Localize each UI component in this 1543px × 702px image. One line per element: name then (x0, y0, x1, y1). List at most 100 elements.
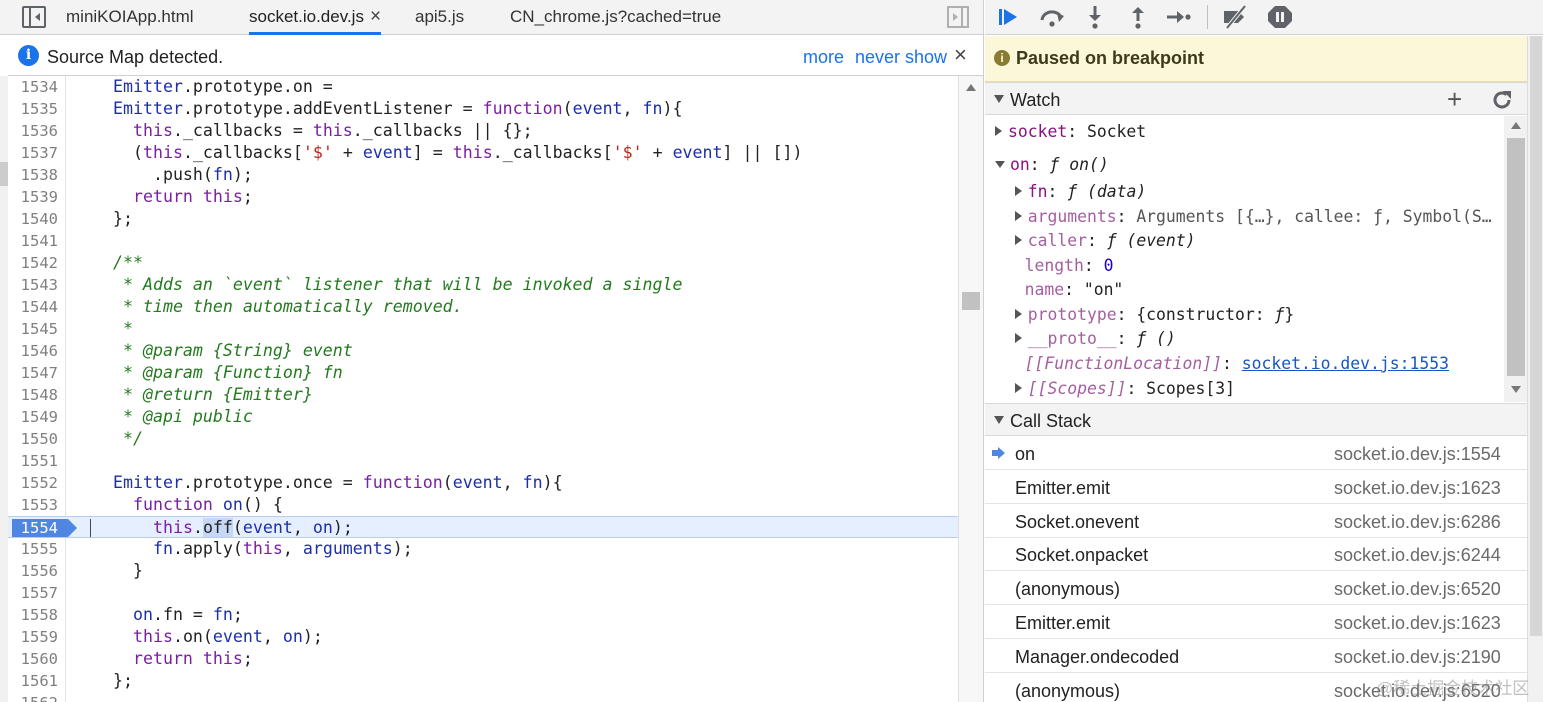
scroll-down-icon[interactable] (1511, 386, 1521, 393)
line-number[interactable]: 1547 (8, 362, 58, 384)
watch-row[interactable]: [[FunctionLocation]]: socket.io.dev.js:1… (995, 352, 1449, 376)
watch-row[interactable]: arguments: Arguments [{…}, callee: ƒ, Sy… (995, 205, 1492, 229)
deactivate-breakpoints-button[interactable] (1221, 4, 1249, 30)
line-number[interactable]: 1534 (8, 76, 58, 98)
code-line[interactable]: 1549 * @api public (8, 406, 958, 428)
add-watch-icon[interactable]: + (1447, 86, 1462, 112)
line-number[interactable]: 1546 (8, 340, 58, 362)
line-number[interactable]: 1536 (8, 120, 58, 142)
line-number[interactable]: 1557 (8, 582, 58, 604)
code-line[interactable]: 1555 fn.apply(this, arguments); (8, 538, 958, 560)
code-line[interactable]: 1543 * Adds an `event` listener that wil… (8, 274, 958, 296)
code-line[interactable]: 1534 Emitter.prototype.on = (8, 76, 958, 98)
tab-api5[interactable]: api5.js (415, 0, 464, 35)
call-frame[interactable]: Manager.ondecoded socket.io.dev.js:2190 (985, 639, 1528, 673)
watch-row[interactable]: [[Scopes]]: Scopes[3] (995, 377, 1235, 401)
code-line[interactable]: 1548 * @return {Emitter} (8, 384, 958, 406)
line-number[interactable]: 1562 (8, 692, 58, 702)
watch-section-header[interactable]: Watch + (985, 82, 1528, 115)
line-number[interactable]: 1550 (8, 428, 58, 450)
code-line[interactable]: 1546 * @param {String} event (8, 340, 958, 362)
tab-socket-io-dev[interactable]: socket.io.dev.js × (249, 0, 382, 35)
close-icon[interactable]: × (954, 42, 967, 68)
line-number[interactable]: 1543 (8, 274, 58, 296)
line-number[interactable]: 1545 (8, 318, 58, 340)
line-number[interactable]: 1537 (8, 142, 58, 164)
line-number[interactable]: 1544 (8, 296, 58, 318)
code-line[interactable]: 1536 this._callbacks = this._callbacks |… (8, 120, 958, 142)
code-line[interactable]: 1544 * time then automatically removed. (8, 296, 958, 318)
pause-on-exceptions-button[interactable] (1266, 4, 1294, 30)
watch-row[interactable]: fn: ƒ (data) (995, 180, 1146, 204)
watch-row[interactable]: on: ƒ on() (995, 153, 1109, 177)
code-line[interactable]: 1562 (8, 692, 958, 702)
call-frame[interactable]: Socket.onpacket socket.io.dev.js:6244 (985, 537, 1528, 572)
call-frame[interactable]: Emitter.emit socket.io.dev.js:1623 (985, 470, 1528, 504)
line-number[interactable]: 1560 (8, 648, 58, 670)
line-number[interactable]: 1555 (8, 538, 58, 560)
toggle-debugger-icon[interactable] (947, 6, 969, 28)
watch-row[interactable]: length: 0 (995, 254, 1114, 278)
code-line[interactable]: 1558 on.fn = fn; (8, 604, 958, 626)
code-line[interactable]: 1554 this.off(event, on); (8, 516, 958, 538)
code-line[interactable]: 1550 */ (8, 428, 958, 450)
more-link[interactable]: more (803, 47, 844, 68)
watch-row[interactable]: caller: ƒ (event) (995, 229, 1196, 253)
code-line[interactable]: 1551 (8, 450, 958, 472)
resume-button[interactable] (995, 4, 1023, 30)
call-frame-location[interactable]: socket.io.dev.js:2190 (1334, 647, 1501, 668)
step-over-button[interactable] (1038, 4, 1066, 30)
code-line[interactable]: 1556 } (8, 560, 958, 582)
tab-minikoiapp[interactable]: miniKOIApp.html (66, 0, 194, 35)
line-number[interactable]: 1540 (8, 208, 58, 230)
call-frame-location[interactable]: socket.io.dev.js:6520 (1334, 579, 1501, 600)
line-number[interactable]: 1553 (8, 494, 58, 516)
code-line[interactable]: 1547 * @param {Function} fn (8, 362, 958, 384)
code-line[interactable]: 1542 /** (8, 252, 958, 274)
toggle-navigator-icon[interactable] (22, 6, 46, 28)
code-line[interactable]: 1537 (this._callbacks['$' + event] = thi… (8, 142, 958, 164)
watch-row[interactable]: name: "on" (995, 278, 1124, 302)
code-line[interactable]: 1553 function on() { (8, 494, 958, 516)
code-line[interactable]: 1552 Emitter.prototype.once = function(ev… (8, 472, 958, 494)
step-into-button[interactable] (1081, 4, 1109, 30)
step-button[interactable] (1165, 4, 1193, 30)
tab-cn-chrome[interactable]: CN_chrome.js?cached=true (510, 0, 721, 35)
line-number[interactable]: 1539 (8, 186, 58, 208)
code-line[interactable]: 1540}; (8, 208, 958, 230)
editor-scrollbar[interactable] (958, 76, 983, 702)
line-number[interactable]: 1554 (8, 517, 58, 539)
code-line[interactable]: 1560 return this; (8, 648, 958, 670)
code-line[interactable]: 1557 (8, 582, 958, 604)
watch-scrollbar[interactable] (1504, 116, 1528, 402)
scrollbar-thumb[interactable] (962, 292, 980, 310)
line-number[interactable]: 1556 (8, 560, 58, 582)
line-number[interactable]: 1535 (8, 98, 58, 120)
scroll-up-icon[interactable] (1511, 122, 1521, 129)
line-number[interactable]: 1561 (8, 670, 58, 692)
watch-row[interactable]: __proto__: ƒ () (995, 327, 1176, 351)
line-number[interactable]: 1558 (8, 604, 58, 626)
scrollbar-thumb[interactable] (1507, 138, 1525, 376)
code-line[interactable]: 1559 this.on(event, on); (8, 626, 958, 648)
watch-row[interactable]: socket: Socket (995, 120, 1146, 144)
never-show-link[interactable]: never show (855, 47, 947, 68)
code-line[interactable]: 1561}; (8, 670, 958, 692)
code-line[interactable]: 1541 (8, 230, 958, 252)
line-number[interactable]: 1552 (8, 472, 58, 494)
call-frame[interactable]: (anonymous) socket.io.dev.js:6520 (985, 571, 1528, 606)
watch-row[interactable]: prototype: {constructor: ƒ} (995, 303, 1294, 327)
sidebar-scrollbar[interactable] (1527, 36, 1543, 702)
code-line[interactable]: 1538 .push(fn); (8, 164, 958, 186)
call-frame-location[interactable]: socket.io.dev.js:1623 (1334, 613, 1501, 634)
line-number[interactable]: 1541 (8, 230, 58, 252)
line-number[interactable]: 1549 (8, 406, 58, 428)
code-line[interactable]: 1539 return this; (8, 186, 958, 208)
call-stack-section-header[interactable]: Call Stack (985, 403, 1528, 436)
code-line[interactable]: 1545 * (8, 318, 958, 340)
call-frame[interactable]: Emitter.emit socket.io.dev.js:1623 (985, 605, 1528, 639)
call-frame-location[interactable]: socket.io.dev.js:1623 (1334, 478, 1501, 499)
call-frame-location[interactable]: socket.io.dev.js:6286 (1334, 512, 1501, 533)
line-number[interactable]: 1542 (8, 252, 58, 274)
call-frame[interactable]: on socket.io.dev.js:1554 (985, 436, 1528, 470)
